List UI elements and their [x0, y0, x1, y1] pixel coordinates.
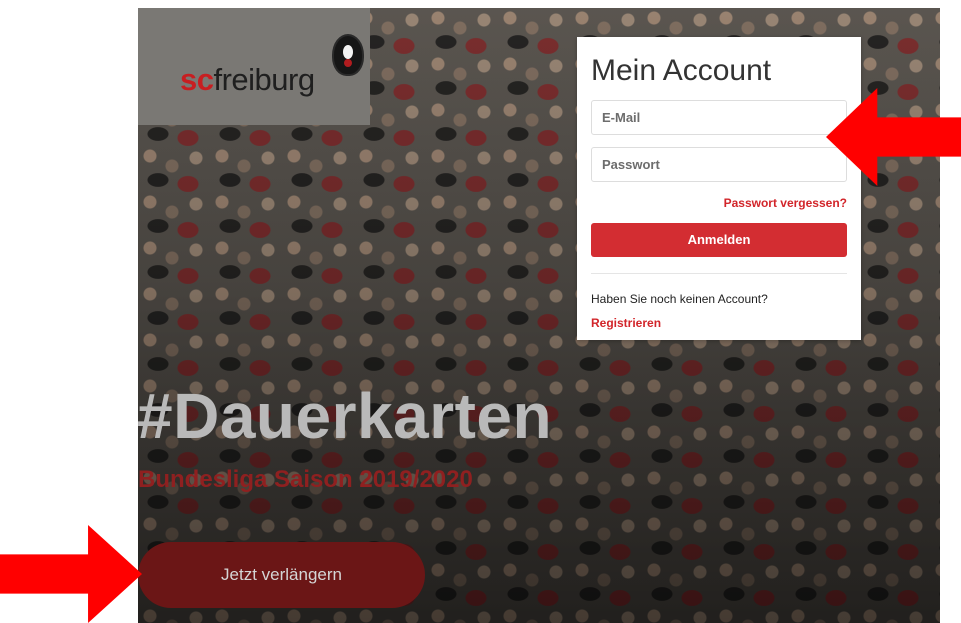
register-link[interactable]: Registrieren — [591, 316, 847, 330]
hero-headline: #Dauerkarten — [137, 380, 553, 452]
login-panel: Mein Account Passwort vergessen? Anmelde… — [577, 37, 861, 340]
forgot-password-link[interactable]: Passwort vergessen? — [591, 196, 847, 210]
red-arrow-right-icon — [0, 525, 142, 623]
no-account-text: Haben Sie noch keinen Account? — [591, 291, 768, 306]
freiburg-crest-icon — [332, 34, 364, 76]
logo-freiburg: freiburg — [213, 62, 315, 97]
hero-subheadline: Bundesliga Saison 2019/2020 — [138, 466, 473, 493]
login-divider — [591, 272, 847, 274]
login-button[interactable]: Anmelden — [591, 222, 847, 257]
password-field[interactable] — [591, 146, 847, 182]
site-logo[interactable]: scfreiburg — [138, 8, 370, 125]
email-field[interactable] — [591, 99, 847, 135]
logo-text: scfreiburg — [180, 64, 315, 95]
logo-sc: sc — [180, 62, 214, 97]
page-stage: scfreiburg #Dauerkarten Bundesliga Saiso… — [0, 0, 961, 623]
renew-button[interactable]: Jetzt verlängern — [138, 542, 425, 608]
login-title: Mein Account — [591, 54, 772, 87]
